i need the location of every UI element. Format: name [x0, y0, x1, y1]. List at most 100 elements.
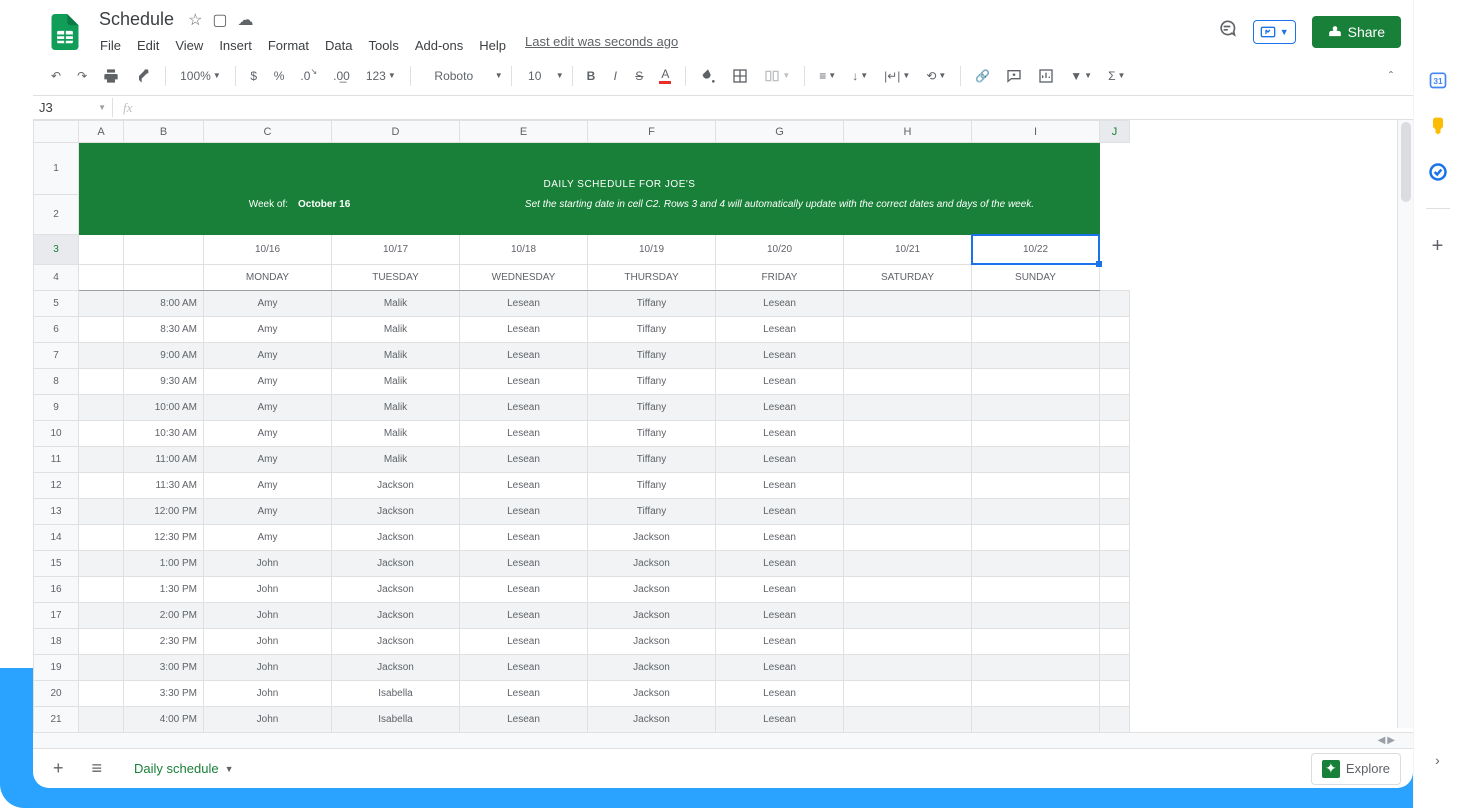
- schedule-cell[interactable]: [972, 499, 1100, 525]
- col-header-B[interactable]: B: [124, 121, 204, 143]
- day-cell-6[interactable]: SUNDAY: [972, 265, 1100, 291]
- row-header-1[interactable]: 1: [34, 143, 79, 195]
- comments-icon[interactable]: [1217, 19, 1237, 45]
- schedule-cell[interactable]: Jackson: [588, 681, 716, 707]
- day-cell-1[interactable]: TUESDAY: [332, 265, 460, 291]
- schedule-cell[interactable]: [844, 655, 972, 681]
- time-cell[interactable]: 8:00 AM: [124, 291, 204, 317]
- schedule-cell[interactable]: [844, 499, 972, 525]
- schedule-cell[interactable]: Amy: [204, 499, 332, 525]
- schedule-cell[interactable]: [844, 473, 972, 499]
- row-header-17[interactable]: 17: [34, 603, 79, 629]
- name-box[interactable]: J3▼: [33, 98, 113, 117]
- row-header-19[interactable]: 19: [34, 655, 79, 681]
- day-cell-3[interactable]: THURSDAY: [588, 265, 716, 291]
- row-header-14[interactable]: 14: [34, 525, 79, 551]
- schedule-cell[interactable]: Lesean: [716, 317, 844, 343]
- schedule-cell[interactable]: [844, 291, 972, 317]
- schedule-cell[interactable]: [972, 369, 1100, 395]
- schedule-cell[interactable]: Isabella: [332, 707, 460, 733]
- schedule-cell[interactable]: Jackson: [588, 577, 716, 603]
- schedule-cell[interactable]: Lesean: [460, 681, 588, 707]
- schedule-cell[interactable]: Jackson: [588, 707, 716, 733]
- col-header-A[interactable]: A: [79, 121, 124, 143]
- increase-decimal[interactable]: .0̲0: [327, 65, 356, 87]
- time-cell[interactable]: 8:30 AM: [124, 317, 204, 343]
- schedule-cell[interactable]: Lesean: [716, 291, 844, 317]
- row-header-7[interactable]: 7: [34, 343, 79, 369]
- schedule-cell[interactable]: Lesean: [460, 551, 588, 577]
- menu-insert[interactable]: Insert: [212, 34, 259, 57]
- borders-button[interactable]: [726, 64, 754, 88]
- row-header-15[interactable]: 15: [34, 551, 79, 577]
- sheets-logo[interactable]: [45, 12, 85, 52]
- schedule-cell[interactable]: [972, 655, 1100, 681]
- schedule-cell[interactable]: Jackson: [332, 577, 460, 603]
- row-header-8[interactable]: 8: [34, 369, 79, 395]
- functions-button[interactable]: Σ▼: [1102, 65, 1131, 87]
- schedule-cell[interactable]: John: [204, 603, 332, 629]
- schedule-cell[interactable]: Lesean: [716, 499, 844, 525]
- schedule-cell[interactable]: [972, 603, 1100, 629]
- schedule-cell[interactable]: Amy: [204, 395, 332, 421]
- time-cell[interactable]: 1:30 PM: [124, 577, 204, 603]
- schedule-cell[interactable]: [972, 343, 1100, 369]
- row-header-21[interactable]: 21: [34, 707, 79, 733]
- col-header-F[interactable]: F: [588, 121, 716, 143]
- time-cell[interactable]: 3:30 PM: [124, 681, 204, 707]
- fill-color-button[interactable]: [694, 64, 722, 88]
- chart-button[interactable]: [1032, 64, 1060, 88]
- schedule-cell[interactable]: John: [204, 551, 332, 577]
- schedule-cell[interactable]: Amy: [204, 421, 332, 447]
- schedule-cell[interactable]: Tiffany: [588, 369, 716, 395]
- schedule-cell[interactable]: Lesean: [716, 681, 844, 707]
- schedule-cell[interactable]: Jackson: [332, 603, 460, 629]
- schedule-cell[interactable]: [844, 707, 972, 733]
- schedule-cell[interactable]: Malik: [332, 447, 460, 473]
- schedule-cell[interactable]: [844, 421, 972, 447]
- schedule-cell[interactable]: [844, 681, 972, 707]
- day-cell-4[interactable]: FRIDAY: [716, 265, 844, 291]
- schedule-cell[interactable]: Malik: [332, 291, 460, 317]
- schedule-cell[interactable]: Lesean: [716, 603, 844, 629]
- schedule-cell[interactable]: [844, 629, 972, 655]
- filter-button[interactable]: ▼▼: [1064, 65, 1098, 87]
- row-header-16[interactable]: 16: [34, 577, 79, 603]
- schedule-cell[interactable]: Tiffany: [588, 291, 716, 317]
- schedule-cell[interactable]: Lesean: [460, 629, 588, 655]
- schedule-cell[interactable]: [972, 551, 1100, 577]
- time-cell[interactable]: 4:00 PM: [124, 707, 204, 733]
- schedule-cell[interactable]: [844, 577, 972, 603]
- keep-icon[interactable]: [1428, 116, 1448, 136]
- schedule-cell[interactable]: Tiffany: [588, 343, 716, 369]
- date-cell-2[interactable]: 10/18: [460, 235, 588, 265]
- schedule-cell[interactable]: Malik: [332, 343, 460, 369]
- time-cell[interactable]: 1:00 PM: [124, 551, 204, 577]
- menu-format[interactable]: Format: [261, 34, 316, 57]
- schedule-cell[interactable]: Amy: [204, 343, 332, 369]
- date-cell-5[interactable]: 10/21: [844, 235, 972, 265]
- schedule-cell[interactable]: Jackson: [332, 473, 460, 499]
- schedule-cell[interactable]: Lesean: [716, 551, 844, 577]
- time-cell[interactable]: 12:00 PM: [124, 499, 204, 525]
- print-button[interactable]: [97, 64, 125, 88]
- schedule-cell[interactable]: [972, 421, 1100, 447]
- schedule-cell[interactable]: Lesean: [716, 421, 844, 447]
- time-cell[interactable]: 10:00 AM: [124, 395, 204, 421]
- schedule-cell[interactable]: John: [204, 577, 332, 603]
- merge-button[interactable]: ▼: [758, 64, 796, 88]
- menu-edit[interactable]: Edit: [130, 34, 166, 57]
- schedule-cell[interactable]: [972, 681, 1100, 707]
- schedule-cell[interactable]: Jackson: [332, 551, 460, 577]
- schedule-cell[interactable]: Amy: [204, 317, 332, 343]
- addons-plus-icon[interactable]: +: [1428, 235, 1448, 255]
- add-sheet-button[interactable]: +: [45, 754, 72, 783]
- time-cell[interactable]: 12:30 PM: [124, 525, 204, 551]
- schedule-cell[interactable]: Lesean: [460, 499, 588, 525]
- schedule-cell[interactable]: Lesean: [716, 577, 844, 603]
- row-header-18[interactable]: 18: [34, 629, 79, 655]
- row-header-2[interactable]: 2: [34, 195, 79, 235]
- schedule-cell[interactable]: John: [204, 629, 332, 655]
- comment-button[interactable]: [1000, 64, 1028, 88]
- halign-button[interactable]: ≡▼: [813, 65, 842, 87]
